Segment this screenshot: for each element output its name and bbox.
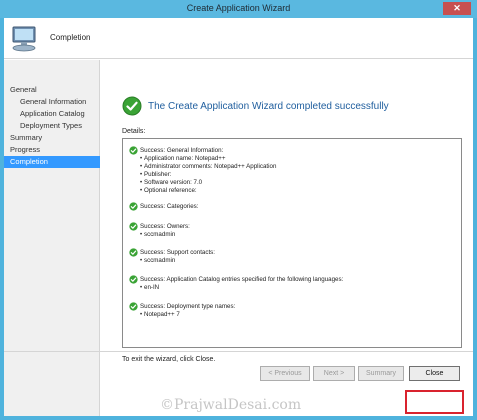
wizard-content: The Create Application Wizard completed … (112, 60, 468, 416)
detail-bullet: Notepad++ 7 (129, 311, 454, 319)
detail-title: Success: Application Catalog entries spe… (140, 276, 344, 283)
detail-entry-deployment-types: Success: Deployment type names: Notepad+… (129, 302, 454, 319)
window-title: Create Application Wizard (186, 3, 291, 13)
success-check-icon (122, 96, 142, 116)
sidebar-item-general[interactable]: General (4, 84, 100, 96)
detail-bullet: en-IN (129, 284, 454, 292)
window-close-button[interactable]: ✕ (443, 2, 471, 15)
detail-title: Success: Deployment type names: (140, 303, 236, 310)
wizard-header: Completion (4, 18, 473, 59)
detail-title: Success: Categories: (140, 203, 199, 210)
detail-bullet: Optional reference: (129, 187, 454, 195)
detail-entry-categories: Success: Categories: (129, 202, 454, 211)
detail-title: Success: Owners: (140, 223, 190, 230)
sidebar-item-general-information[interactable]: General Information (4, 96, 100, 108)
footer-divider (4, 351, 473, 352)
details-label: Details: (122, 128, 146, 135)
detail-bullet: Application name: Notepad++ (129, 155, 454, 163)
title-bar[interactable]: Create Application Wizard ✕ (0, 0, 477, 18)
detail-bullet: Publisher: (129, 171, 454, 179)
wizard-client-area: Completion General General Information A… (4, 18, 473, 416)
success-message: The Create Application Wizard completed … (148, 101, 389, 112)
sidebar-item-summary[interactable]: Summary (4, 132, 100, 144)
next-button[interactable]: Next > (313, 366, 355, 381)
detail-entry-owners: Success: Owners: sccmadmin (129, 222, 454, 239)
sidebar-item-completion[interactable]: Completion (4, 156, 100, 168)
page-title: Completion (50, 33, 91, 42)
sidebar-item-progress[interactable]: Progress (4, 144, 100, 156)
summary-button[interactable]: Summary (358, 366, 404, 381)
sidebar-item-deployment-types[interactable]: Deployment Types (4, 120, 100, 132)
detail-entry-application-catalog: Success: Application Catalog entries spe… (129, 275, 454, 292)
sidebar-item-application-catalog[interactable]: Application Catalog (4, 108, 100, 120)
computer-wizard-icon (12, 26, 36, 52)
exit-instruction: To exit the wizard, click Close. (122, 356, 216, 363)
watermark: ©PrajwalDesai.com (160, 397, 302, 413)
close-button[interactable]: Close (409, 366, 460, 381)
close-button-highlight (405, 390, 464, 414)
detail-title: Success: Support contacts: (140, 249, 215, 256)
detail-bullet: Software version: 7.0 (129, 179, 454, 187)
detail-title: Success: General Information: (140, 147, 224, 154)
wizard-sidebar: General General Information Application … (4, 60, 100, 416)
detail-bullet: Administrator comments: Notepad++ Applic… (129, 163, 454, 171)
wizard-window: Create Application Wizard ✕ Completion G… (0, 0, 477, 420)
detail-bullet: sccmadmin (129, 231, 454, 239)
detail-entry-support-contacts: Success: Support contacts: sccmadmin (129, 248, 454, 265)
success-banner: The Create Application Wizard completed … (122, 96, 462, 118)
details-text-box[interactable]: Success: General Information: Applicatio… (122, 138, 462, 348)
detail-entry-general-information: Success: General Information: Applicatio… (129, 146, 454, 195)
previous-button[interactable]: < Previous (260, 366, 310, 381)
detail-bullet: sccmadmin (129, 257, 454, 265)
